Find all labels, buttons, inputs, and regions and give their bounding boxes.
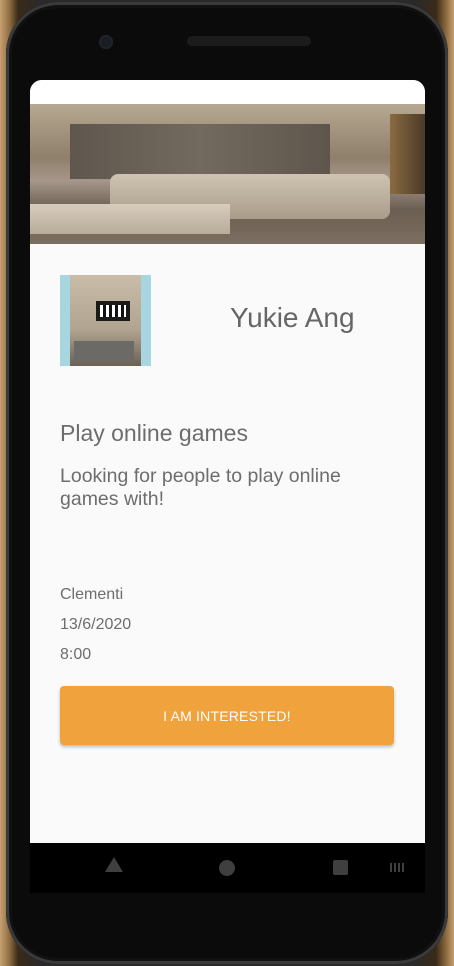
header-image-shelf [390,114,425,194]
sd-card-icon [109,86,122,98]
listing-date: 13/6/2020 [60,616,132,633]
status-bar: 1:03 [30,80,425,104]
wifi-icon [385,89,395,97]
app-screen: 1:03 Yukie Ang Play online games Looking… [30,80,425,843]
user-name: Yukie Ang [230,302,355,333]
sync-icon [129,86,142,98]
home-icon[interactable] [219,860,235,876]
settings-icon [89,86,102,98]
recents-icon[interactable] [333,860,348,875]
interested-button[interactable]: I AM INTERESTED! [60,686,394,745]
avatar-tv [96,301,130,321]
listing-title: Play online games [60,420,248,446]
header-image-table [30,204,230,234]
earpiece-speaker [187,36,311,46]
settings-icon [69,86,82,98]
back-icon[interactable] [105,857,123,872]
signal-icon [399,87,409,97]
header-image-wall-panel [70,124,330,179]
front-camera-icon [99,35,113,49]
status-time: 1:03 [36,84,62,100]
battery-icon [413,86,419,98]
listing-time: 8:00 [60,646,92,663]
listing-location: Clementi [60,586,124,603]
listing-description: Looking for people to play online games … [60,465,341,510]
header-image [30,104,425,244]
avatar[interactable] [60,275,151,366]
keyboard-icon[interactable] [390,863,406,872]
navigation-bar [30,843,425,893]
avatar-rug [74,341,134,361]
